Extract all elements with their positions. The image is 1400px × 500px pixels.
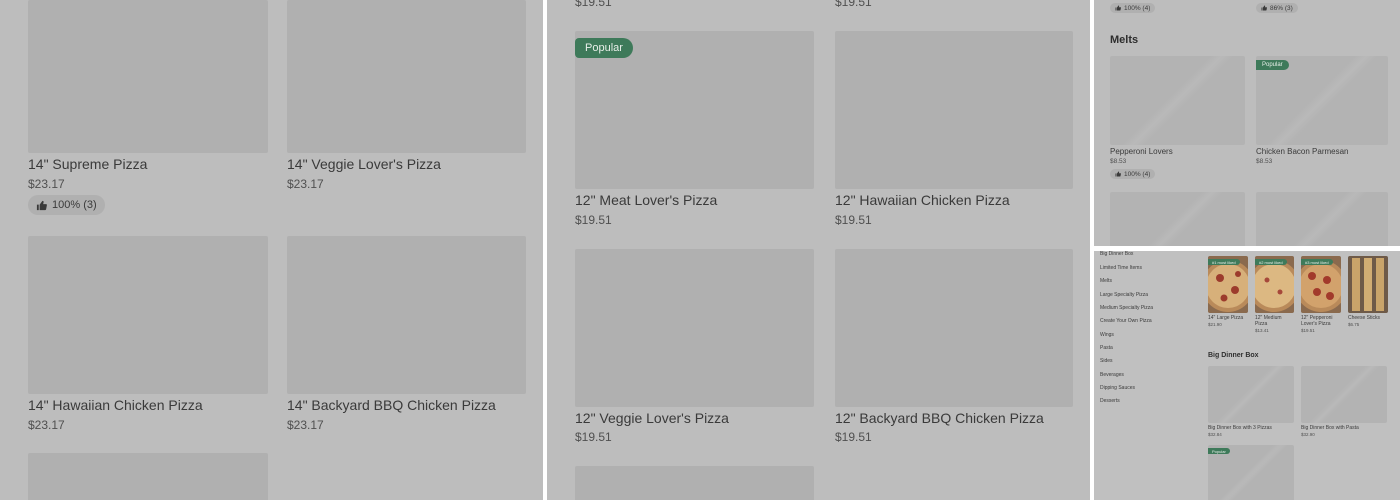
featured-item-name[interactable]: 12" Medium Pizza — [1255, 315, 1295, 327]
rating-badge: 86% (3) — [1256, 3, 1298, 13]
item-name[interactable]: Big Dinner Box with Pasta — [1301, 425, 1359, 431]
item-image[interactable] — [1256, 192, 1388, 246]
section-title: Big Dinner Box — [1208, 352, 1259, 359]
menu-panel-overview: Big Dinner Box Limited Time Items Melts … — [1094, 251, 1400, 500]
item-image[interactable] — [835, 249, 1073, 407]
item-image[interactable] — [28, 453, 268, 500]
item-image[interactable] — [1301, 366, 1387, 423]
item-price: $32.90 — [1301, 432, 1315, 437]
nav-item-create-your-own[interactable]: Create Your Own Pizza — [1100, 318, 1152, 324]
featured-item-price: $13.41 — [1255, 328, 1269, 333]
item-image[interactable] — [1208, 366, 1294, 423]
item-name[interactable]: 14" Hawaiian Chicken Pizza — [28, 397, 203, 413]
item-price: $19.51 — [575, 0, 612, 9]
item-image[interactable] — [575, 466, 814, 500]
menu-panel-melts: 100% (4) 86% (3) Melts Popular Pepperoni… — [1094, 0, 1400, 246]
featured-item-price: $21.90 — [1208, 322, 1222, 327]
item-price: $19.51 — [835, 0, 872, 9]
item-name[interactable]: 14" Supreme Pizza — [28, 156, 147, 172]
popular-badge: Popular — [575, 38, 633, 58]
nav-item-big-dinner-box[interactable]: Big Dinner Box — [1100, 251, 1133, 257]
popular-badge: Popular — [1256, 60, 1289, 70]
item-name[interactable]: Chicken Bacon Parmesan — [1256, 147, 1349, 156]
item-name[interactable]: 12" Meat Lover's Pizza — [575, 192, 717, 208]
most-liked-badge: #1 most liked — [1208, 259, 1240, 265]
item-price: $19.51 — [835, 430, 872, 444]
featured-item-name[interactable]: 14" Large Pizza — [1208, 315, 1250, 321]
item-price: $23.17 — [28, 418, 65, 432]
item-price: $23.17 — [28, 177, 65, 191]
featured-item-price: $6.75 — [1348, 322, 1360, 327]
item-image[interactable] — [575, 249, 814, 407]
item-image[interactable] — [28, 236, 268, 394]
item-price: $8.53 — [1110, 158, 1127, 165]
featured-item-price: $19.51 — [1301, 328, 1315, 333]
rating-badge: 100% (3) — [28, 195, 105, 215]
item-name[interactable]: Pepperoni Lovers — [1110, 147, 1173, 156]
thumbs-up-icon — [1115, 5, 1121, 11]
item-image[interactable] — [287, 236, 526, 394]
featured-item-name[interactable]: Cheese Sticks — [1348, 315, 1390, 321]
item-price: $32.84 — [1208, 432, 1222, 437]
nav-item-dipping-sauces[interactable]: Dipping Sauces — [1100, 385, 1135, 391]
item-image[interactable] — [287, 0, 526, 153]
rating-badge: 100% (4) — [1110, 3, 1156, 13]
popular-badge: Popular — [1208, 448, 1230, 454]
most-liked-badge: #2 most liked — [1255, 259, 1287, 265]
item-price: $23.17 — [287, 418, 324, 432]
rating-text: 86% (3) — [1270, 4, 1293, 12]
thumbs-up-icon — [36, 200, 47, 211]
item-image[interactable] — [1110, 56, 1245, 145]
featured-item-name[interactable]: 12" Pepperoni Lover's Pizza — [1301, 315, 1341, 327]
item-name[interactable]: Big Dinner Box with 3 Pizzas — [1208, 425, 1272, 431]
nav-item-beverages[interactable]: Beverages — [1100, 372, 1124, 378]
item-price: $8.53 — [1256, 158, 1273, 165]
item-image[interactable] — [1110, 192, 1245, 246]
nav-item-limited-time[interactable]: Limited Time Items — [1100, 265, 1142, 271]
thumbs-up-icon — [1115, 171, 1121, 177]
rating-text: 100% (4) — [1124, 4, 1151, 12]
item-name[interactable]: 12" Hawaiian Chicken Pizza — [835, 192, 1010, 208]
section-title: Melts — [1110, 34, 1139, 46]
nav-item-pasta[interactable]: Pasta — [1100, 345, 1113, 351]
featured-item-image[interactable] — [1348, 256, 1388, 313]
rating-badge: 100% (4) — [1110, 169, 1156, 179]
nav-item-medium-specialty[interactable]: Medium Specialty Pizza — [1100, 305, 1153, 311]
menu-panel-12in: $19.51 $19.51 Popular 12" Meat Lover's P… — [547, 0, 1090, 500]
item-name[interactable]: 12" Veggie Lover's Pizza — [575, 410, 729, 426]
nav-item-wings[interactable]: Wings — [1100, 332, 1114, 338]
item-name[interactable]: 14" Backyard BBQ Chicken Pizza — [287, 397, 496, 413]
item-image[interactable] — [835, 31, 1073, 189]
most-liked-badge: #3 most liked — [1301, 259, 1333, 265]
item-price: $23.17 — [287, 177, 324, 191]
item-price: $19.51 — [835, 213, 872, 227]
rating-text: 100% (3) — [52, 199, 97, 211]
thumbs-up-icon — [1261, 5, 1267, 11]
rating-text: 100% (4) — [1124, 170, 1151, 178]
nav-item-sides[interactable]: Sides — [1100, 358, 1113, 364]
item-name[interactable]: 12" Backyard BBQ Chicken Pizza — [835, 410, 1044, 426]
item-price: $19.51 — [575, 213, 612, 227]
item-price: $19.51 — [575, 430, 612, 444]
nav-item-desserts[interactable]: Desserts — [1100, 398, 1120, 404]
item-name[interactable]: 14" Veggie Lover's Pizza — [287, 156, 441, 172]
menu-panel-14in: 14" Supreme Pizza $23.17 100% (3) 14" Ve… — [0, 0, 543, 500]
nav-item-large-specialty[interactable]: Large Specialty Pizza — [1100, 292, 1148, 298]
nav-item-melts[interactable]: Melts — [1100, 278, 1112, 284]
item-image[interactable] — [28, 0, 268, 153]
